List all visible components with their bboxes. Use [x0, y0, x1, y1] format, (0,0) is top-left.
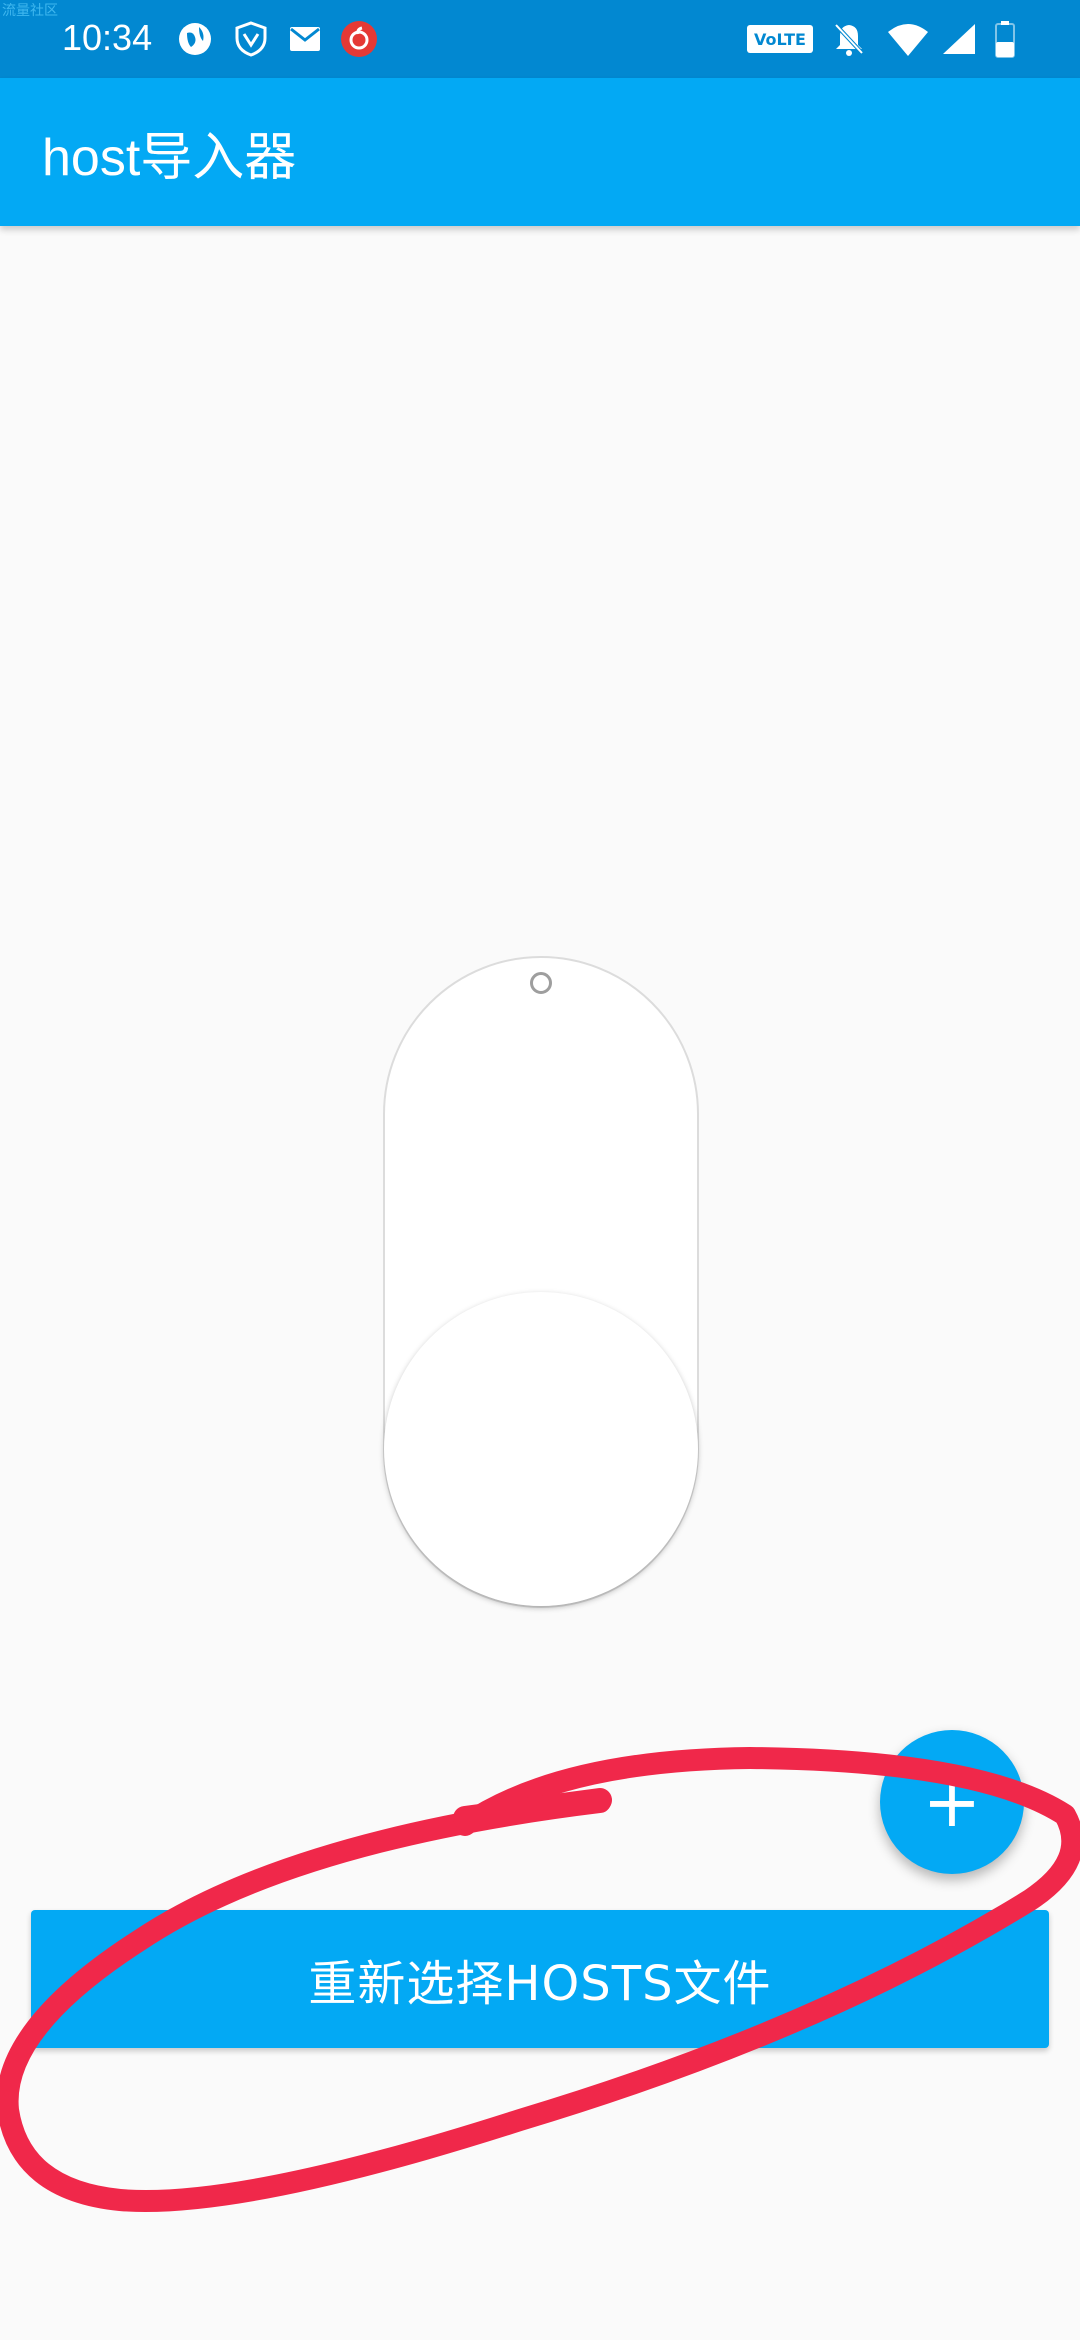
- cell-signal-icon: [940, 20, 978, 58]
- vpn-shield-icon: [232, 20, 270, 58]
- app-bar: host导入器: [0, 78, 1080, 226]
- toggle-indicator-dot: [530, 972, 552, 994]
- watermark-text: 流量社区: [2, 3, 58, 19]
- volte-icon: VoLTE: [746, 20, 814, 58]
- battery-icon: [990, 20, 1020, 58]
- toggle-knob[interactable]: [384, 1292, 698, 1606]
- mail-icon: [286, 20, 324, 58]
- add-fab-button[interactable]: +: [880, 1730, 1024, 1874]
- reselect-hosts-file-button[interactable]: 重新选择HOSTS文件: [31, 1910, 1049, 2048]
- app-title: host导入器: [42, 128, 297, 187]
- reselect-hosts-file-label: 重新选择HOSTS文件: [308, 1956, 772, 2012]
- netease-music-icon: [340, 20, 378, 58]
- notifications-off-icon: [830, 20, 868, 58]
- wifi-icon: [886, 20, 930, 58]
- volte-label: VoLTE: [754, 30, 806, 49]
- status-time: 10:34: [62, 17, 153, 58]
- plus-icon: +: [922, 1761, 982, 1843]
- browser-icon: [176, 20, 214, 58]
- status-bar: 流量社区 10:34 VoLTE: [0, 0, 1080, 78]
